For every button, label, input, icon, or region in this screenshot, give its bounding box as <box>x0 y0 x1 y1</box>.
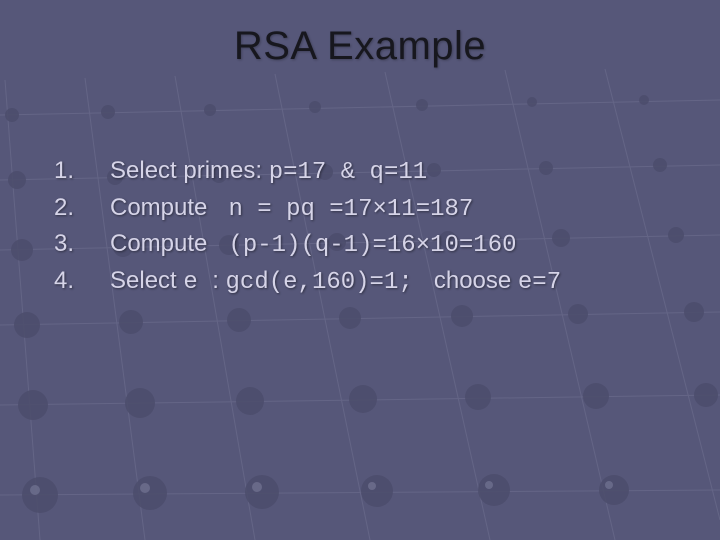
list-item: 1. Select primes: p=17 & q=11 <box>54 154 561 191</box>
list-number: 3. <box>54 227 110 262</box>
list-number: 4. <box>54 264 110 299</box>
list-number: 2. <box>54 191 110 226</box>
step-list: 1. Select primes: p=17 & q=11 2. Compute… <box>54 154 561 300</box>
slide-title: RSA Example <box>0 24 720 69</box>
slide: RSA Example 1. Select primes: p=17 & q=1… <box>0 0 720 540</box>
list-item: 2. Compute n = pq =17×11=187 <box>54 191 561 228</box>
list-item: 3. Compute (p-1)(q-1)=16×10=160 <box>54 227 561 264</box>
list-text: Select e : gcd(e,160)=1; choose e=7 <box>110 264 561 301</box>
list-text: Compute n = pq =17×11=187 <box>110 191 473 228</box>
list-text: Compute (p-1)(q-1)=16×10=160 <box>110 227 517 264</box>
list-number: 1. <box>54 154 110 189</box>
list-text: Select primes: p=17 & q=11 <box>110 154 427 191</box>
list-item: 4. Select e : gcd(e,160)=1; choose e=7 <box>54 264 561 301</box>
